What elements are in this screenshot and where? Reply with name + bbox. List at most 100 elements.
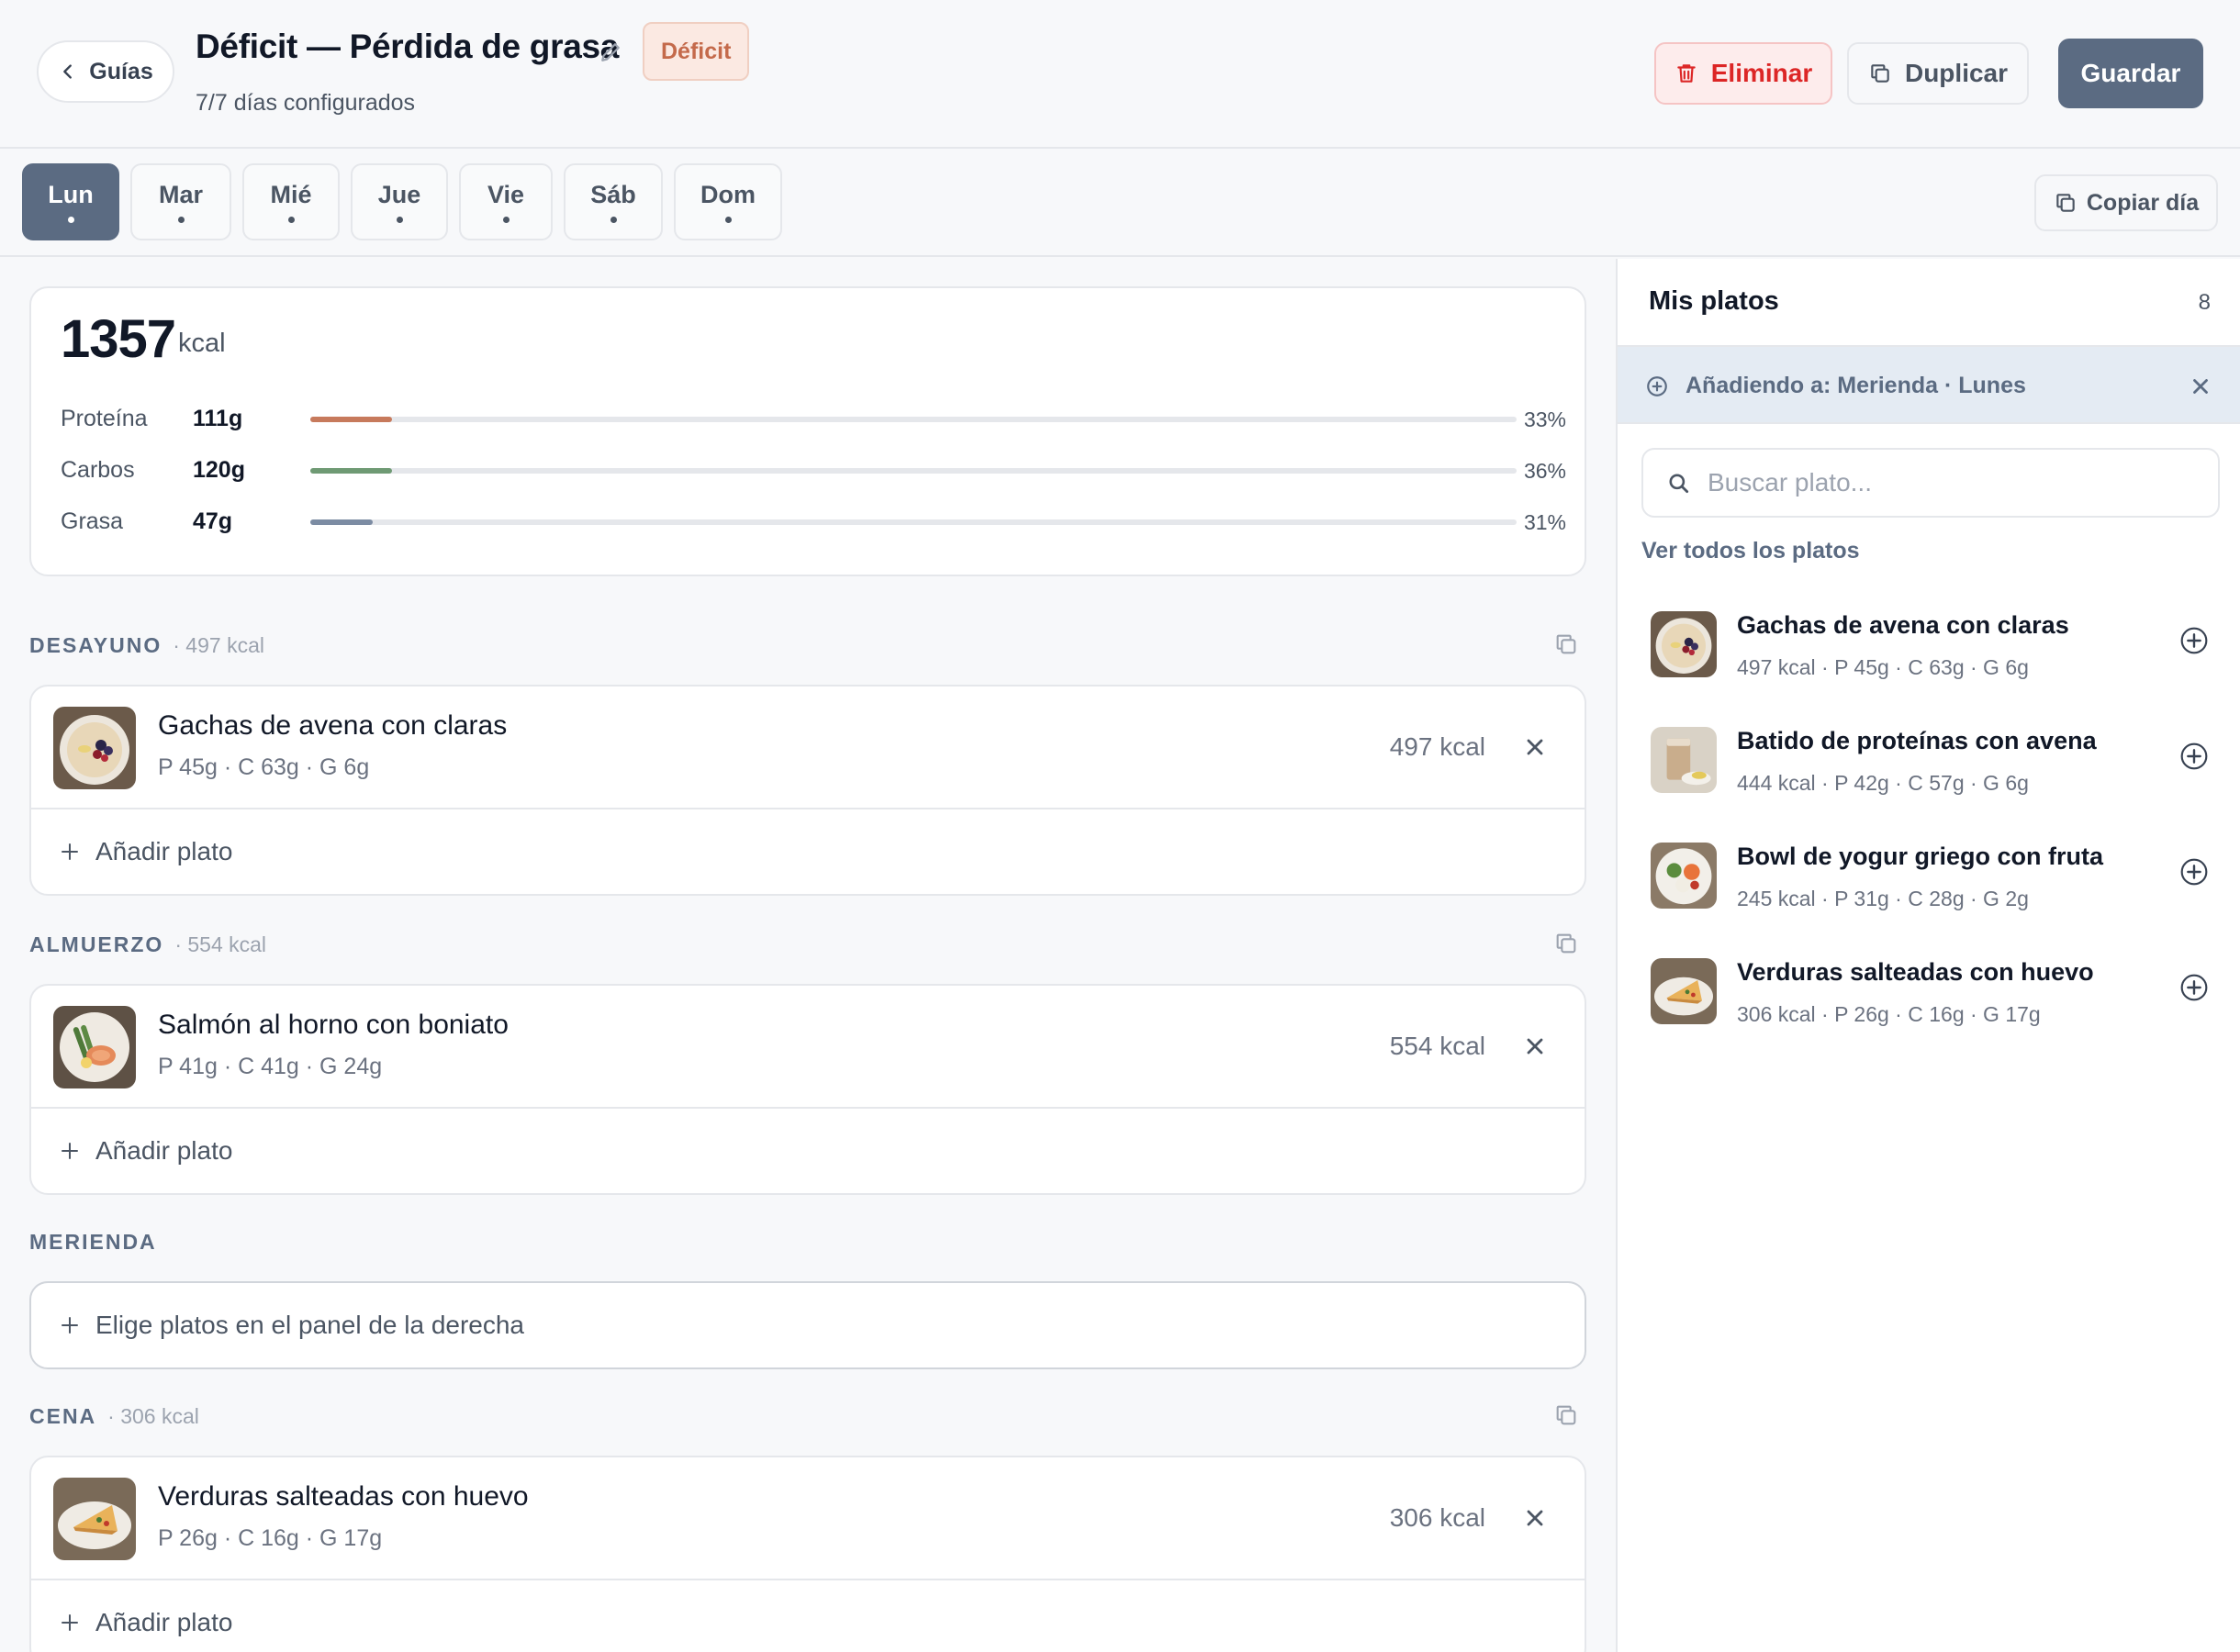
macro-bar-fill <box>310 417 393 422</box>
copy-icon <box>2056 194 2075 212</box>
close-icon[interactable] <box>2189 374 2212 398</box>
yogurt-bowl-icon <box>1651 843 1717 909</box>
plus-circle-icon <box>1647 376 1667 396</box>
side-dish-meta: 444 kcal · P 42g · C 57g · G 6g <box>1737 771 2029 795</box>
tab-day-lun[interactable]: Lun <box>22 163 119 240</box>
day-label: Lun <box>48 181 94 208</box>
dish-kcal: 554 kcal <box>1389 1032 1485 1060</box>
side-dish-name: Verduras salteadas con huevo <box>1737 958 2094 986</box>
search-icon <box>1669 474 1689 494</box>
delete-button[interactable]: Eliminar <box>1654 42 1832 105</box>
chevron-left-icon <box>63 64 73 79</box>
day-plan-panel: 1357 kcal Proteína 111g 33% Carbos 120g … <box>0 259 1616 1652</box>
side-dish-meta: 497 kcal · P 45g · C 63g · G 6g <box>1737 655 2029 679</box>
plus-icon <box>62 843 78 860</box>
side-dish-meta: 245 kcal · P 31g · C 28g · G 2g <box>1737 887 2029 910</box>
macro-grams: 120g <box>193 457 245 483</box>
side-dish-name: Batido de proteínas con avena <box>1737 727 2097 754</box>
back-button[interactable]: Guías <box>37 40 174 103</box>
trash-icon <box>1677 64 1696 83</box>
meal-section-header-merienda: MERIENDA <box>29 1230 157 1255</box>
meal-section-header-cena: CENA · 306 kcal <box>29 1404 199 1429</box>
dish-macros: P 41g · C 41g · G 24g <box>158 1054 383 1079</box>
egg-plate-icon <box>1651 958 1717 1024</box>
dish-count: 8 <box>2198 290 2211 315</box>
empty-meal-hint[interactable]: Elige platos en el panel de la derecha <box>29 1281 1586 1369</box>
duplicate-label: Duplicar <box>1904 59 2009 87</box>
tab-day-mar[interactable]: Mar <box>130 163 231 240</box>
meal-kcal: · 497 kcal <box>173 633 264 657</box>
macro-row-carbs: Carbos 120g 36% <box>61 452 1566 488</box>
configured-dot <box>502 217 510 223</box>
days-configured-status: 7/7 días configurados <box>196 90 416 116</box>
shake-glass-icon <box>1651 727 1717 793</box>
macro-bar-fill <box>310 519 374 525</box>
tab-day-mie[interactable]: Mié <box>242 163 340 240</box>
meal-label: MERIENDA <box>29 1230 157 1254</box>
dish-macros: P 26g · C 16g · G 17g <box>158 1525 383 1551</box>
remove-dish-icon[interactable] <box>1522 1033 1548 1059</box>
copy-meal-icon[interactable] <box>1553 631 1579 657</box>
meal-section-header-desayuno: DESAYUNO · 497 kcal <box>29 633 264 658</box>
macro-percent: 31% <box>1523 510 1566 534</box>
oatmeal-bowl-icon <box>1651 611 1717 677</box>
macro-bar-track <box>310 468 1517 474</box>
add-dish-button[interactable]: Añadir plato <box>31 1109 1585 1193</box>
adding-target-text: Añadiendo a: Merienda · Lunes <box>1686 373 2026 398</box>
salmon-plate-icon <box>53 1006 136 1088</box>
add-dish-button[interactable]: Añadir plato <box>31 1580 1585 1652</box>
add-circle-icon[interactable] <box>2179 742 2209 771</box>
copy-meal-icon[interactable] <box>1553 931 1579 956</box>
duplicate-button[interactable]: Duplicar <box>1847 42 2029 105</box>
header: Guías Déficit — Pérdida de grasa Déficit… <box>0 0 2240 149</box>
empty-meal-label: Elige platos en el panel de la derecha <box>95 1311 525 1339</box>
add-circle-icon[interactable] <box>2179 973 2209 1002</box>
plus-icon <box>62 1143 78 1159</box>
meal-kcal: · 554 kcal <box>174 932 267 956</box>
oatmeal-bowl-icon <box>53 707 136 789</box>
save-button[interactable]: Guardar <box>2058 39 2203 108</box>
side-panel-title: Mis platos <box>1649 286 1779 316</box>
copy-day-button[interactable]: Copiar día <box>2034 174 2218 231</box>
add-dish-label: Añadir plato <box>95 1136 233 1165</box>
macro-percent: 36% <box>1523 459 1566 483</box>
add-circle-icon[interactable] <box>2179 626 2209 655</box>
remove-dish-icon[interactable] <box>1522 734 1548 760</box>
meal-label: DESAYUNO <box>29 633 162 657</box>
plan-type-badge: Déficit <box>643 22 750 81</box>
dish-row: Gachas de avena con claras P 45g · C 63g… <box>31 686 1585 809</box>
dish-row: Salmón al horno con boniato P 41g · C 41… <box>31 986 1585 1109</box>
configured-dot <box>610 217 617 223</box>
tab-day-dom[interactable]: Dom <box>674 163 782 240</box>
dish-kcal: 497 kcal <box>1389 732 1485 761</box>
page-title: Déficit — Pérdida de grasa <box>196 28 620 65</box>
tab-day-vie[interactable]: Vie <box>459 163 553 240</box>
add-circle-icon[interactable] <box>2179 857 2209 887</box>
tab-day-sab[interactable]: Sáb <box>564 163 663 240</box>
copy-meal-icon[interactable] <box>1553 1402 1579 1428</box>
side-dish-item[interactable]: Verduras salteadas con huevo 306 kcal · … <box>1618 938 2240 1054</box>
tab-day-jue[interactable]: Jue <box>351 163 448 240</box>
remove-dish-icon[interactable] <box>1522 1505 1548 1531</box>
dish-name: Gachas de avena con claras <box>158 710 508 741</box>
macro-row-fat: Grasa 47g 31% <box>61 503 1566 540</box>
macro-row-protein: Proteína 111g 33% <box>61 400 1566 437</box>
search-input[interactable] <box>1708 457 2203 508</box>
dish-macros: P 45g · C 63g · G 6g <box>158 754 370 780</box>
edit-pencil-icon[interactable] <box>597 39 624 66</box>
side-dish-item[interactable]: Gachas de avena con claras 497 kcal · P … <box>1618 591 2240 707</box>
configured-dot <box>724 217 732 223</box>
meal-kcal: · 306 kcal <box>107 1404 199 1428</box>
delete-label: Eliminar <box>1710 59 1813 87</box>
dish-kcal: 306 kcal <box>1389 1503 1485 1532</box>
egg-plate-icon <box>53 1478 136 1560</box>
day-tabs-bar: Lun Mar Mié Jue Vie Sáb Dom Copiar día <box>0 149 2240 257</box>
macro-bar-fill <box>310 468 393 474</box>
add-dish-label: Añadir plato <box>95 1608 233 1636</box>
add-dish-button[interactable]: Añadir plato <box>31 809 1585 894</box>
macro-bar-track <box>310 417 1517 422</box>
side-dish-item[interactable]: Batido de proteínas con avena 444 kcal ·… <box>1618 707 2240 822</box>
see-all-dishes-link[interactable]: Ver todos los platos <box>1641 538 1860 564</box>
side-dish-item[interactable]: Bowl de yogur griego con fruta 245 kcal … <box>1618 822 2240 938</box>
day-label: Sáb <box>590 181 636 208</box>
